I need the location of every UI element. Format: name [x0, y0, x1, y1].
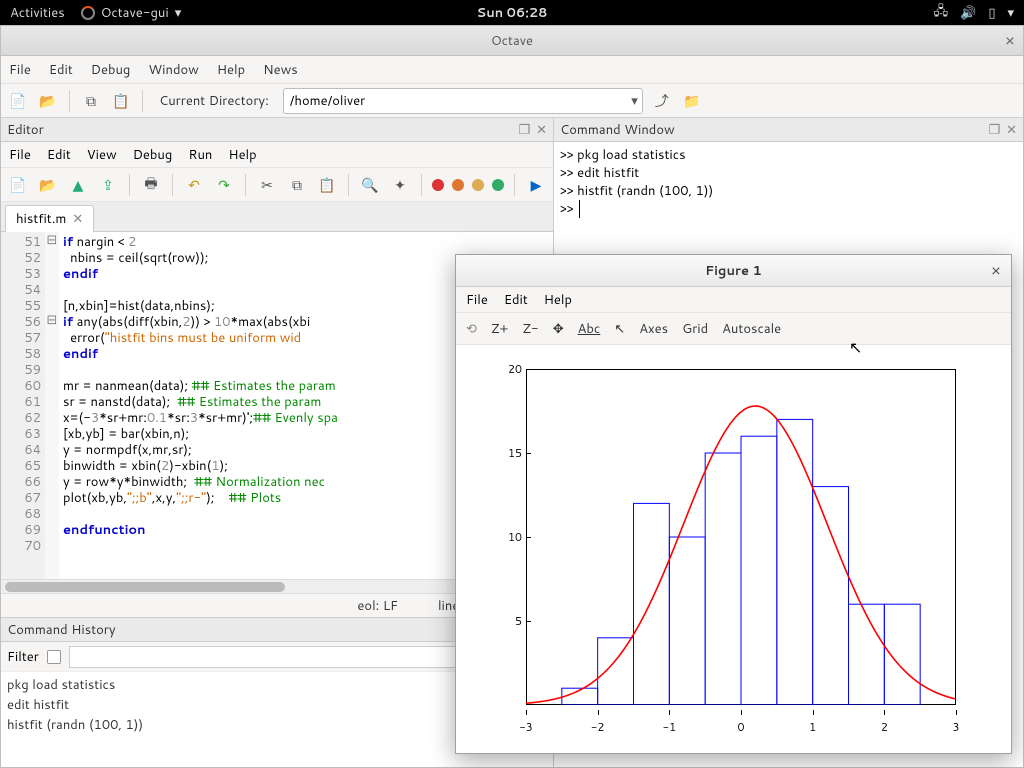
editor-tabbar: histfit.m ✕ — [1, 202, 553, 232]
open-file-icon[interactable]: 📂 — [37, 174, 59, 196]
undo-icon[interactable]: ↶ — [183, 174, 205, 196]
cut-icon[interactable]: ✂ — [256, 174, 278, 196]
select-cursor-icon[interactable]: ↖ — [614, 320, 625, 338]
menu-edit[interactable]: Edit — [49, 61, 73, 79]
panel-undock-icon[interactable]: ❐ — [988, 121, 1000, 139]
dir-up-icon[interactable]: ⤴ — [651, 90, 673, 112]
panel-close-icon[interactable]: ✕ — [1006, 121, 1017, 139]
menu-help[interactable]: Help — [217, 61, 245, 79]
step-over-icon[interactable] — [472, 179, 484, 191]
zoom-in-button[interactable]: Z+ — [491, 320, 509, 338]
figure-menubar: File Edit Help — [456, 287, 1011, 313]
zoom-out-button[interactable]: Z- — [522, 320, 538, 338]
figure-menu-help[interactable]: Help — [544, 291, 572, 309]
figure-menu-file[interactable]: File — [466, 291, 488, 309]
new-script-icon[interactable]: 📄 — [7, 90, 29, 112]
figure-window[interactable]: Figure 1 × File Edit Help ⟲ Z+ Z- ✥ Abc … — [455, 254, 1012, 754]
new-file-icon[interactable]: 📄 — [7, 174, 29, 196]
commandwindow-panel-title: Command Window — [560, 121, 675, 139]
window-title: Octave — [491, 32, 533, 50]
print-icon[interactable]: 🖶 — [140, 174, 162, 196]
activities-button[interactable]: Activities — [10, 4, 65, 22]
octave-icon — [81, 6, 95, 20]
panel-close-icon[interactable]: ✕ — [536, 121, 547, 139]
redo-icon[interactable]: ↷ — [213, 174, 235, 196]
text-button[interactable]: Abc — [578, 320, 601, 338]
main-toolbar: 📄 📂 ⧉ 📋 Current Directory: /home/oliver … — [1, 84, 1023, 118]
zoom-icon[interactable]: ✦ — [389, 174, 411, 196]
current-directory-combo[interactable]: /home/oliver ▾ — [283, 88, 643, 114]
menu-window[interactable]: Window — [148, 61, 198, 79]
run-play-icon[interactable]: ▶ — [525, 174, 547, 196]
editor-menu-view[interactable]: View — [87, 146, 117, 164]
network-icon[interactable]: 🖧 — [934, 2, 949, 24]
chevron-down-icon: ▾ — [175, 4, 182, 22]
grid-button[interactable]: Grid — [682, 320, 708, 338]
pan-icon[interactable]: ✥ — [553, 320, 564, 338]
editor-tab[interactable]: histfit.m ✕ — [5, 205, 94, 232]
gnome-topbar: Activities Octave-gui ▾ Sun 06:28 🖧 🔊 ▯ … — [0, 0, 1024, 25]
editor-menu-edit[interactable]: Edit — [47, 146, 71, 164]
save-icon[interactable]: ▲ — [67, 174, 89, 196]
saveall-icon[interactable]: ⇪ — [97, 174, 119, 196]
step-icon[interactable] — [452, 179, 464, 191]
current-directory-value: /home/oliver — [290, 92, 365, 110]
editor-menu-help[interactable]: Help — [228, 146, 256, 164]
copy-icon[interactable]: ⧉ — [80, 90, 102, 112]
menu-debug[interactable]: Debug — [91, 61, 131, 79]
continue-icon[interactable] — [492, 179, 504, 191]
system-tray[interactable]: 🖧 🔊 ▯ ▾ — [934, 2, 1014, 24]
paste-icon[interactable]: 📋 — [110, 90, 132, 112]
editor-menu-debug[interactable]: Debug — [133, 146, 173, 164]
tab-close-icon[interactable]: ✕ — [72, 210, 83, 228]
editor-tab-label: histfit.m — [16, 210, 66, 228]
volume-icon[interactable]: 🔊 — [960, 4, 976, 22]
filter-label: Filter — [7, 648, 39, 666]
open-folder-icon[interactable]: 📂 — [37, 90, 59, 112]
editor-menubar: File Edit View Debug Run Help — [1, 142, 553, 168]
breakpoint-icon[interactable] — [432, 179, 444, 191]
editor-menu-file[interactable]: File — [9, 146, 31, 164]
panel-undock-icon[interactable]: ❐ — [518, 121, 530, 139]
line-number-gutter: 5152535455565758596061626364656667686970 — [1, 232, 45, 579]
chevron-down-icon[interactable]: ▾ — [1007, 4, 1014, 22]
current-directory-label: Current Directory: — [159, 92, 269, 110]
copy-icon[interactable]: ⧉ — [286, 174, 308, 196]
fold-gutter[interactable]: ⊟⊟ — [45, 232, 59, 579]
menu-file[interactable]: File — [9, 61, 31, 79]
scrollbar-thumb[interactable] — [5, 582, 285, 592]
separator — [142, 90, 143, 112]
commandwindow-panel-header[interactable]: Command Window ❐ ✕ — [554, 118, 1023, 142]
figure-menu-edit[interactable]: Edit — [504, 291, 528, 309]
figure-close-button[interactable]: × — [991, 259, 1001, 282]
editor-panel-header[interactable]: Editor ❐ ✕ — [1, 118, 553, 142]
main-menubar: File Edit Debug Window Help News — [1, 56, 1023, 84]
window-close-button[interactable]: × — [1005, 29, 1015, 52]
plot-svg — [526, 369, 956, 705]
plot-area[interactable]: 5101520-3-2-10123 — [456, 345, 1011, 753]
figure-title: Figure 1 — [705, 262, 762, 280]
autoscale-button[interactable]: Autoscale — [722, 320, 781, 338]
editor-toolbar: 📄 📂 ▲ ⇪ 🖶 ↶ ↷ ✂ ⧉ 📋 🔍 ✦ — [1, 168, 553, 202]
editor-menu-run[interactable]: Run — [188, 146, 212, 164]
axes-button[interactable]: Axes — [639, 320, 668, 338]
find-icon[interactable]: 🔍 — [359, 174, 381, 196]
status-eol: eol: LF — [357, 597, 398, 615]
figure-toolbar: ⟲ Z+ Z- ✥ Abc ↖ Axes Grid Autoscale — [456, 313, 1011, 345]
editor-panel-title: Editor — [7, 121, 44, 139]
filter-checkbox[interactable] — [47, 650, 61, 664]
browse-folder-icon[interactable]: 📁 — [681, 90, 703, 112]
app-menu[interactable]: Octave-gui ▾ — [81, 4, 182, 22]
menu-news[interactable]: News — [263, 61, 298, 79]
window-titlebar[interactable]: Octave × — [1, 26, 1023, 56]
history-panel-title: Command History — [7, 621, 116, 639]
figure-titlebar[interactable]: Figure 1 × — [456, 255, 1011, 287]
paste-icon[interactable]: 📋 — [316, 174, 338, 196]
chevron-down-icon[interactable]: ▾ — [631, 92, 638, 110]
clock[interactable]: Sun 06:28 — [477, 4, 548, 22]
rotate-icon[interactable]: ⟲ — [466, 320, 477, 338]
separator — [69, 90, 70, 112]
app-menu-label: Octave-gui — [101, 4, 169, 22]
battery-icon[interactable]: ▯ — [988, 4, 995, 22]
